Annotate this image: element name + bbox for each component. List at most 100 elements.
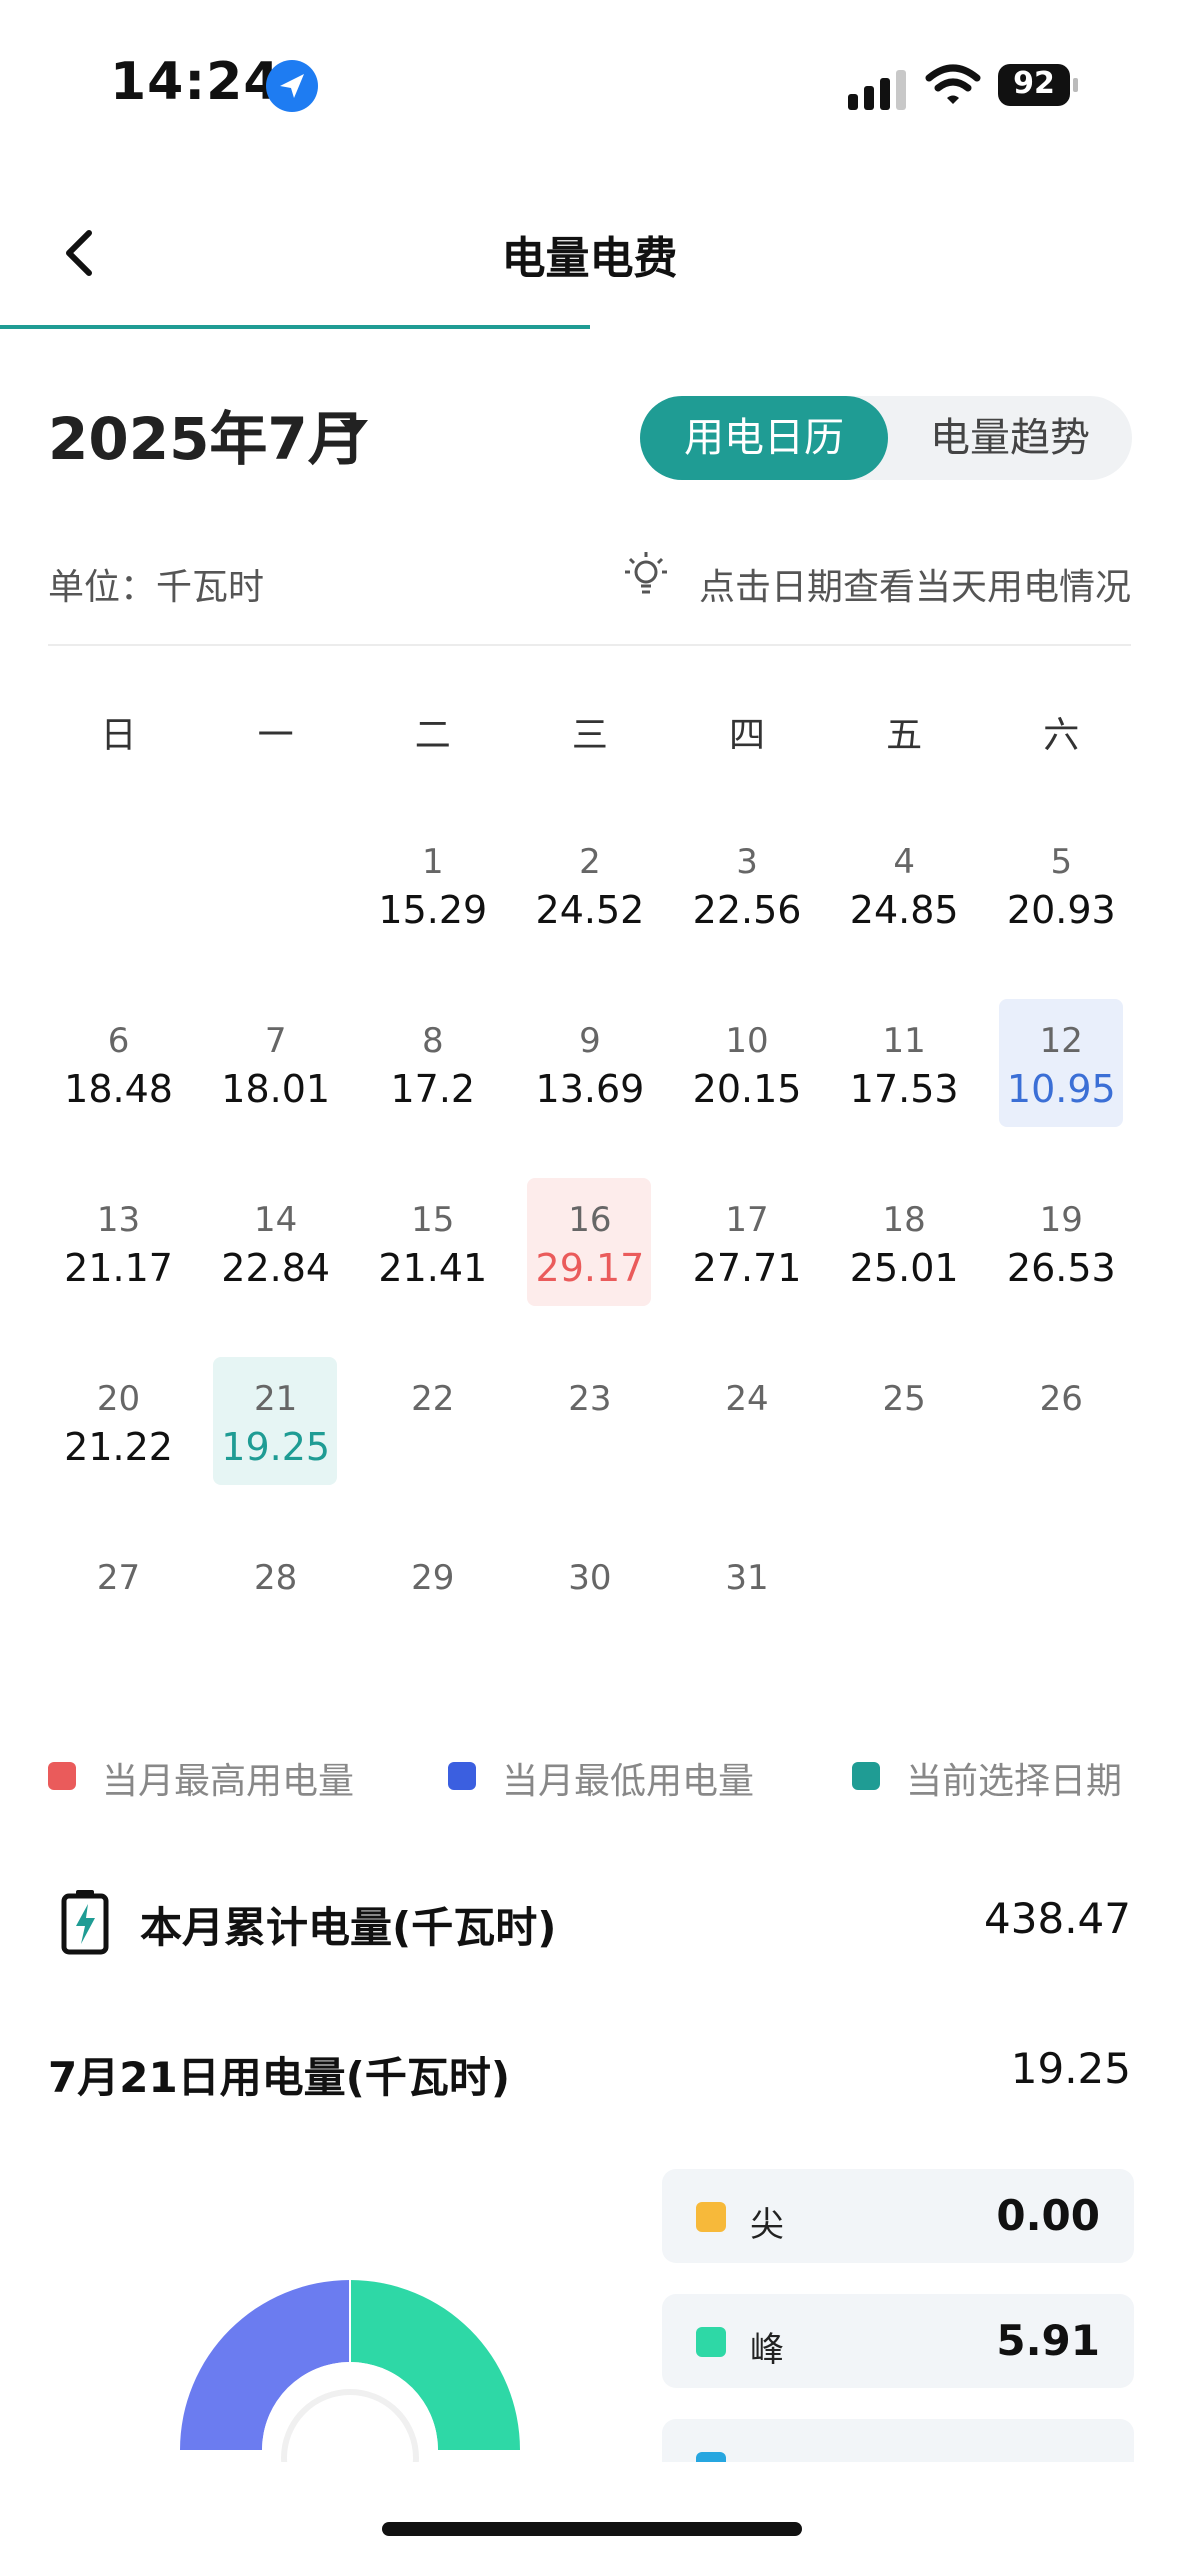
legend-low-swatch xyxy=(448,1762,476,1790)
daily-usage-label: 7月21日用电量(千瓦时) xyxy=(48,2053,511,2102)
legend-low-label: 当月最低用电量 xyxy=(502,1761,755,1802)
battery-charge-icon xyxy=(61,1890,109,1955)
monthly-total-label: 本月累计电量(千瓦时) xyxy=(140,1903,557,1952)
location-arrow-icon xyxy=(266,60,318,112)
calendar-empty-cell xyxy=(197,820,354,999)
lightbulb-icon xyxy=(625,552,667,594)
calendar-day[interactable]: 21 19.25 xyxy=(197,1357,354,1536)
usage-donut-chart xyxy=(180,2280,520,2480)
calendar-day[interactable]: 11 17.53 xyxy=(826,999,983,1178)
day-number: 1 xyxy=(421,842,444,882)
calendar-day[interactable]: 6 18.48 xyxy=(40,999,197,1178)
day-usage: 18.01 xyxy=(221,1067,331,1111)
day-number: 30 xyxy=(568,1558,612,1598)
home-indicator[interactable] xyxy=(382,2522,802,2536)
day-number: 5 xyxy=(1050,842,1073,882)
day-number: 12 xyxy=(1039,1021,1083,1061)
legend-selected-swatch xyxy=(852,1762,880,1790)
calendar-day[interactable]: 17 27.71 xyxy=(669,1178,826,1357)
calendar-day[interactable]: 28 xyxy=(197,1536,354,1715)
wifi-icon xyxy=(925,64,981,104)
day-number: 24 xyxy=(725,1379,769,1419)
unit-label: 单位：千瓦时 xyxy=(48,567,265,608)
weekday-label: 一 xyxy=(257,715,294,756)
calendar-day[interactable]: 4 24.85 xyxy=(826,820,983,999)
day-number: 11 xyxy=(882,1021,926,1061)
caret-down-icon[interactable] xyxy=(340,420,368,438)
weekday-label: 六 xyxy=(1043,715,1080,756)
legend-selected-label: 当前选择日期 xyxy=(906,1761,1123,1802)
calendar-day[interactable]: 30 xyxy=(511,1536,668,1715)
monthly-total-value: 438.47 xyxy=(984,1894,1131,1943)
calendar-day[interactable]: 9 13.69 xyxy=(511,999,668,1178)
status-time: 14:24 xyxy=(110,52,281,112)
tab-calendar[interactable]: 用电日历 xyxy=(640,396,888,480)
day-number: 4 xyxy=(893,842,915,882)
day-number: 21 xyxy=(254,1379,298,1419)
calendar-day[interactable]: 29 xyxy=(354,1536,511,1715)
day-usage: 24.85 xyxy=(849,888,959,932)
day-usage: 29.17 xyxy=(535,1246,645,1290)
day-number: 8 xyxy=(421,1021,444,1061)
calendar-day[interactable]: 14 22.84 xyxy=(197,1178,354,1357)
breakdown-card-sharp: 尖 0.00 xyxy=(662,2169,1134,2263)
calendar-day[interactable]: 13 21.17 xyxy=(40,1178,197,1357)
weekday-header: 日一二三四五六 xyxy=(40,706,1140,766)
day-number: 28 xyxy=(254,1558,298,1598)
day-number: 27 xyxy=(96,1558,141,1598)
day-usage: 21.22 xyxy=(64,1425,173,1469)
breakdown-sharp-value: 0.00 xyxy=(996,2191,1100,2240)
day-number: 19 xyxy=(1039,1200,1083,1240)
page-title: 电量电费 xyxy=(501,233,678,284)
breakdown-peak-swatch xyxy=(696,2327,726,2357)
weekday-label: 五 xyxy=(886,715,923,756)
calendar-day[interactable]: 12 10.95 xyxy=(983,999,1140,1178)
calendar-day[interactable]: 25 xyxy=(826,1357,983,1536)
cellular-signal-icon xyxy=(848,70,906,110)
calendar-day[interactable]: 27 xyxy=(40,1536,197,1715)
calendar-day[interactable]: 18 25.01 xyxy=(826,1178,983,1357)
legend-high-swatch xyxy=(48,1762,76,1790)
day-usage: 22.56 xyxy=(692,888,802,932)
day-number: 15 xyxy=(411,1200,455,1240)
month-selector[interactable]: 2025年7月 xyxy=(48,392,366,476)
calendar-day[interactable]: 31 xyxy=(669,1536,826,1715)
calendar-day[interactable]: 19 26.53 xyxy=(983,1178,1140,1357)
day-usage: 20.15 xyxy=(692,1067,802,1111)
calendar-day[interactable]: 10 20.15 xyxy=(669,999,826,1178)
battery-icon: 92 xyxy=(998,64,1080,106)
calendar-day[interactable]: 7 18.01 xyxy=(197,999,354,1178)
calendar-day[interactable]: 20 21.22 xyxy=(40,1357,197,1536)
calendar-day[interactable]: 5 20.93 xyxy=(983,820,1140,999)
calendar-day[interactable]: 24 xyxy=(669,1357,826,1536)
calendar-day[interactable]: 15 21.41 xyxy=(354,1178,511,1357)
day-usage: 15.29 xyxy=(378,888,488,932)
calendar-day[interactable]: 16 29.17 xyxy=(511,1178,668,1357)
calendar-day[interactable]: 3 22.56 xyxy=(669,820,826,999)
calendar-week-row: 1 15.29 2 24.52 3 22.56 4 24.85 5 20.93 xyxy=(40,820,1140,999)
weekday-label: 四 xyxy=(729,715,766,756)
scroll-clip xyxy=(0,2462,1179,2556)
day-usage: 18.48 xyxy=(64,1067,173,1111)
calendar-day[interactable]: 1 15.29 xyxy=(354,820,511,999)
day-usage: 19.25 xyxy=(221,1425,331,1469)
view-toggle: 用电日历 电量趋势 xyxy=(640,396,1132,480)
calendar-day[interactable]: 22 xyxy=(354,1357,511,1536)
daily-usage-value: 19.25 xyxy=(1010,2044,1131,2093)
day-number: 22 xyxy=(411,1379,455,1419)
calendar-empty-cell xyxy=(40,820,197,999)
calendar-day[interactable]: 2 24.52 xyxy=(511,820,668,999)
breakdown-sharp-label: 尖 xyxy=(750,2205,784,2245)
day-number: 13 xyxy=(96,1200,141,1240)
day-usage: 22.84 xyxy=(221,1246,331,1290)
weekday-label: 三 xyxy=(571,715,608,756)
day-usage: 21.41 xyxy=(378,1246,488,1290)
legend-high-label: 当月最高用电量 xyxy=(102,1761,355,1802)
calendar-day[interactable]: 26 xyxy=(983,1357,1140,1536)
calendar-day[interactable]: 8 17.2 xyxy=(354,999,511,1178)
tab-trend[interactable]: 电量趋势 xyxy=(888,396,1132,480)
calendar-day[interactable]: 23 xyxy=(511,1357,668,1536)
day-number: 25 xyxy=(882,1379,926,1419)
breakdown-peak-value: 5.91 xyxy=(996,2316,1100,2365)
calendar-week-row: 27 28 29 30 31 xyxy=(40,1536,1140,1715)
